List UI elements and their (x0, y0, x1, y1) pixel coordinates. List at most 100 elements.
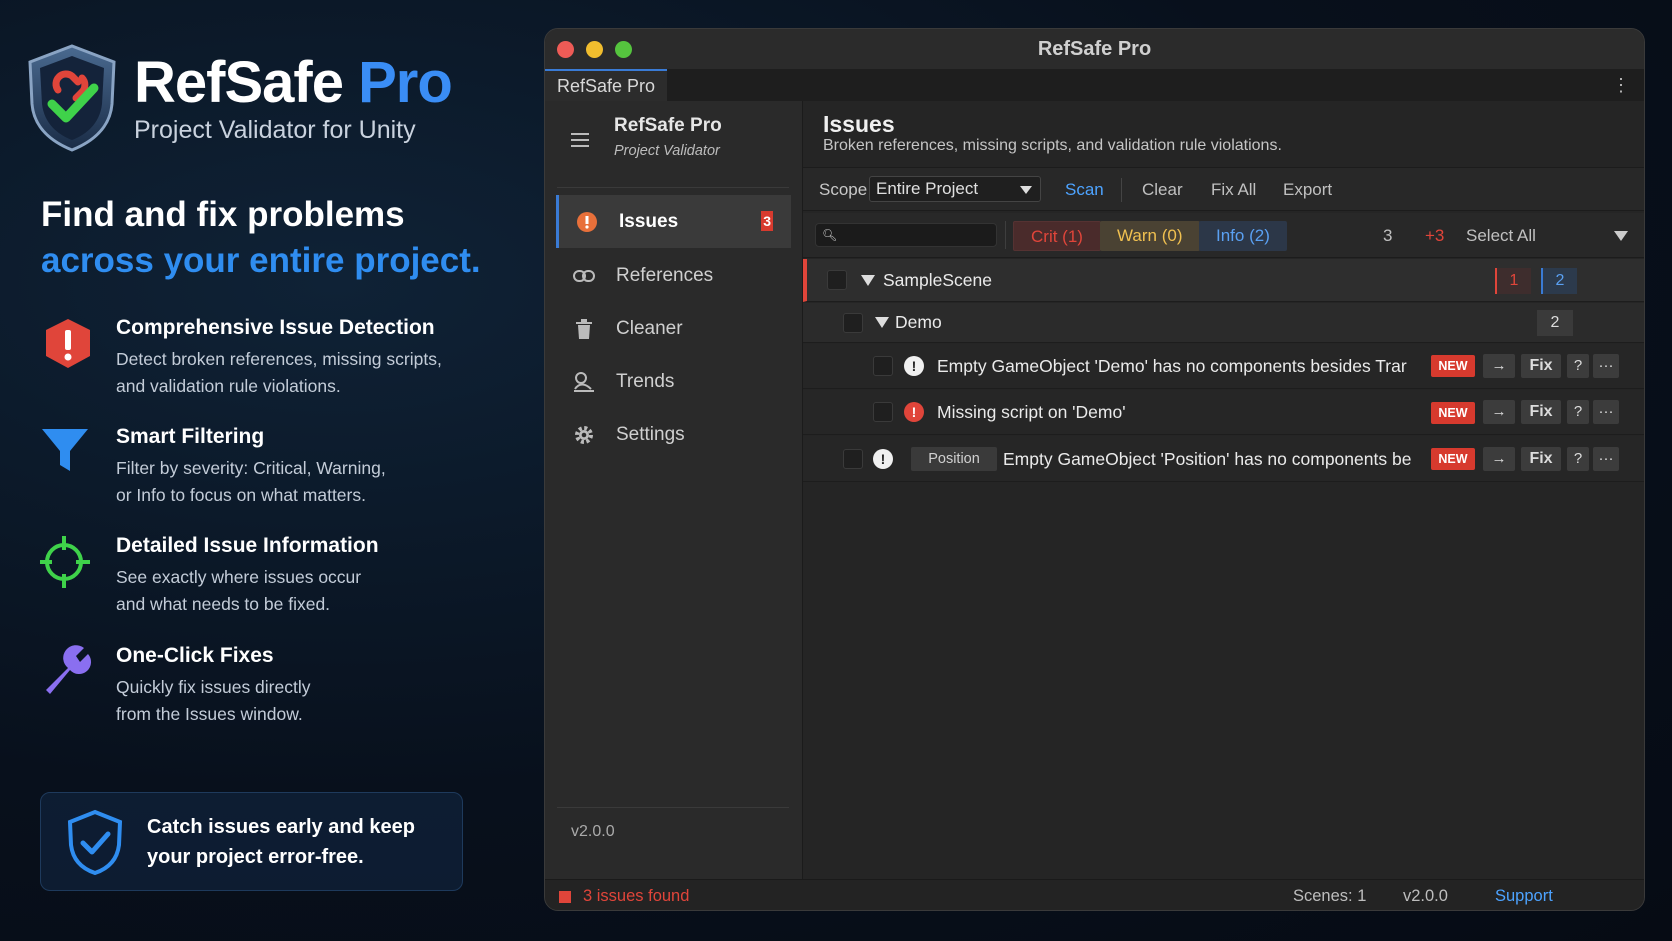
fix-all-button[interactable]: Fix All (1211, 180, 1256, 200)
brand-subtitle: Project Validator for Unity (134, 115, 416, 144)
callout-box: Catch issues early and keep your project… (40, 792, 463, 891)
export-button[interactable]: Export (1283, 180, 1332, 200)
sidebar-item-cleaner[interactable]: Cleaner (556, 302, 791, 355)
info-alert-icon: ! (904, 356, 924, 376)
headline-line-2: across your entire project. (41, 241, 481, 280)
gear-icon (572, 423, 596, 447)
page-subtitle: Broken references, missing scripts, and … (823, 137, 1282, 154)
feature-title: One-Click Fixes (116, 644, 274, 667)
sidebar-item-label: References (616, 264, 714, 286)
shield-logo-icon (28, 44, 116, 152)
chevron-down-icon[interactable] (1614, 231, 1628, 241)
divider (557, 807, 789, 808)
scene-info-count: 2 (1541, 268, 1577, 294)
divider (1005, 221, 1006, 249)
status-bar: 3 issues found Scenes: 1 v2.0.0 Support (545, 879, 1644, 910)
scene-row[interactable]: SampleScene 1 2 (803, 259, 1644, 302)
scene-checkbox[interactable] (827, 270, 847, 290)
alert-octagon-icon (46, 319, 90, 368)
sidebar: RefSafe Pro Project Validator Issues 3 R… (545, 101, 803, 879)
maximize-window-button[interactable] (615, 41, 632, 58)
sidebar-item-references[interactable]: References (556, 249, 791, 302)
goto-arrow-button[interactable]: → (1483, 354, 1515, 378)
feature-detailed-info: Detailed Issue Information See exactly w… (40, 534, 379, 618)
fix-button[interactable]: Fix (1521, 447, 1561, 471)
scope-value: Entire Project (876, 179, 979, 198)
sidebar-item-settings[interactable]: Settings (556, 408, 791, 461)
goto-arrow-button[interactable]: → (1483, 400, 1515, 424)
group-checkbox[interactable] (843, 312, 863, 333)
sidebar-item-issues[interactable]: Issues 3 (556, 195, 791, 248)
more-options-button[interactable]: ··· (1593, 447, 1619, 471)
window-titlebar: RefSafe Pro (545, 29, 1644, 69)
issues-found-status: 3 issues found (583, 887, 690, 905)
tab-refsafe-pro[interactable]: RefSafe Pro (545, 69, 668, 101)
app-window: RefSafe Pro RefSafe Pro ⋮ RefSafe Pro Pr… (544, 28, 1645, 911)
search-input[interactable]: 🔍︎ (815, 223, 997, 247)
new-badge: NEW (1431, 355, 1475, 377)
feature-description: Filter by severity: Critical, Warning, o… (116, 458, 386, 505)
group-row[interactable]: Demo 2 (803, 303, 1644, 343)
scene-critical-count: 1 (1495, 268, 1531, 294)
promo-panel: RefSafe Pro Project Validator for Unity … (0, 0, 520, 941)
scope-dropdown[interactable]: Entire Project (869, 176, 1041, 202)
expand-triangle-icon[interactable] (875, 317, 889, 328)
filter-info[interactable]: Info (2) (1199, 221, 1287, 251)
fix-button[interactable]: Fix (1521, 400, 1561, 424)
sidebar-item-label: Settings (616, 423, 685, 445)
brand-pro: Pro (358, 49, 453, 115)
issue-checkbox[interactable] (843, 449, 863, 469)
object-tag[interactable]: Position (911, 447, 997, 471)
toolbar: Scope Entire Project Scan Clear Fix All … (803, 167, 1644, 211)
callout-text: Catch issues early and keep your project… (147, 815, 415, 868)
search-icon: 🔍︎ (822, 228, 838, 242)
more-options-button[interactable]: ··· (1593, 400, 1619, 424)
issues-panel: Issues Broken references, missing script… (803, 101, 1644, 879)
alert-circle-icon (575, 210, 599, 234)
issue-text: Empty GameObject 'Demo' has no component… (937, 356, 1407, 376)
headline-line-1: Find and fix problems (41, 195, 405, 234)
error-alert-icon: ! (904, 402, 924, 422)
goto-arrow-button[interactable]: → (1483, 447, 1515, 471)
kebab-menu-icon[interactable]: ⋮ (1612, 75, 1630, 96)
close-window-button[interactable] (557, 41, 574, 58)
feature-issue-detection: Comprehensive Issue Detection Detect bro… (40, 316, 442, 400)
issue-row[interactable]: ! Empty GameObject 'Demo' has no compone… (803, 344, 1644, 389)
new-count: +3 (1425, 226, 1445, 245)
funnel-icon (42, 429, 88, 471)
headline: Find and fix problems across your entire… (41, 192, 481, 284)
scan-button[interactable]: Scan (1065, 180, 1104, 200)
filter-warning[interactable]: Warn (0) (1100, 221, 1200, 251)
total-count: 3 (1383, 226, 1393, 245)
feature-one-click-fixes: One-Click Fixes Quickly fix issues direc… (40, 644, 311, 728)
window-title: RefSafe Pro (1037, 38, 1152, 60)
issue-row[interactable]: ! Missing script on 'Demo' NEW → Fix ? ·… (803, 390, 1644, 435)
issue-checkbox[interactable] (873, 356, 893, 376)
hamburger-menu-icon[interactable] (571, 133, 589, 147)
feature-description: Quickly fix issues directly from the Iss… (116, 677, 311, 724)
sidebar-item-trends[interactable]: Trends (556, 355, 791, 408)
clear-button[interactable]: Clear (1142, 180, 1183, 200)
sidebar-subtitle: Project Validator (614, 143, 720, 159)
help-button[interactable]: ? (1567, 400, 1589, 424)
filter-bar: 🔍︎ Crit (1) Warn (0) Info (2) 3 +3 Selec… (803, 213, 1644, 258)
scope-label: Scope (819, 180, 868, 199)
issue-checkbox[interactable] (873, 402, 893, 422)
sidebar-version: v2.0.0 (571, 823, 615, 840)
issue-row[interactable]: ! Position Empty GameObject 'Position' h… (803, 436, 1644, 482)
help-button[interactable]: ? (1567, 447, 1589, 471)
more-options-button[interactable]: ··· (1593, 354, 1619, 378)
divider (557, 187, 789, 188)
expand-triangle-icon[interactable] (861, 274, 875, 286)
select-all-button[interactable]: Select All (1466, 226, 1536, 246)
tab-bar: RefSafe Pro ⋮ (545, 69, 1644, 101)
issue-text: Empty GameObject 'Position' has no compo… (1003, 449, 1412, 469)
filter-critical[interactable]: Crit (1) (1013, 221, 1101, 251)
fix-button[interactable]: Fix (1521, 354, 1561, 378)
sidebar-item-label: Issues (619, 210, 679, 232)
minimize-window-button[interactable] (586, 41, 603, 58)
wrench-icon (46, 645, 92, 694)
support-link[interactable]: Support (1495, 887, 1553, 906)
help-button[interactable]: ? (1567, 354, 1589, 378)
feature-title: Comprehensive Issue Detection (116, 316, 435, 339)
